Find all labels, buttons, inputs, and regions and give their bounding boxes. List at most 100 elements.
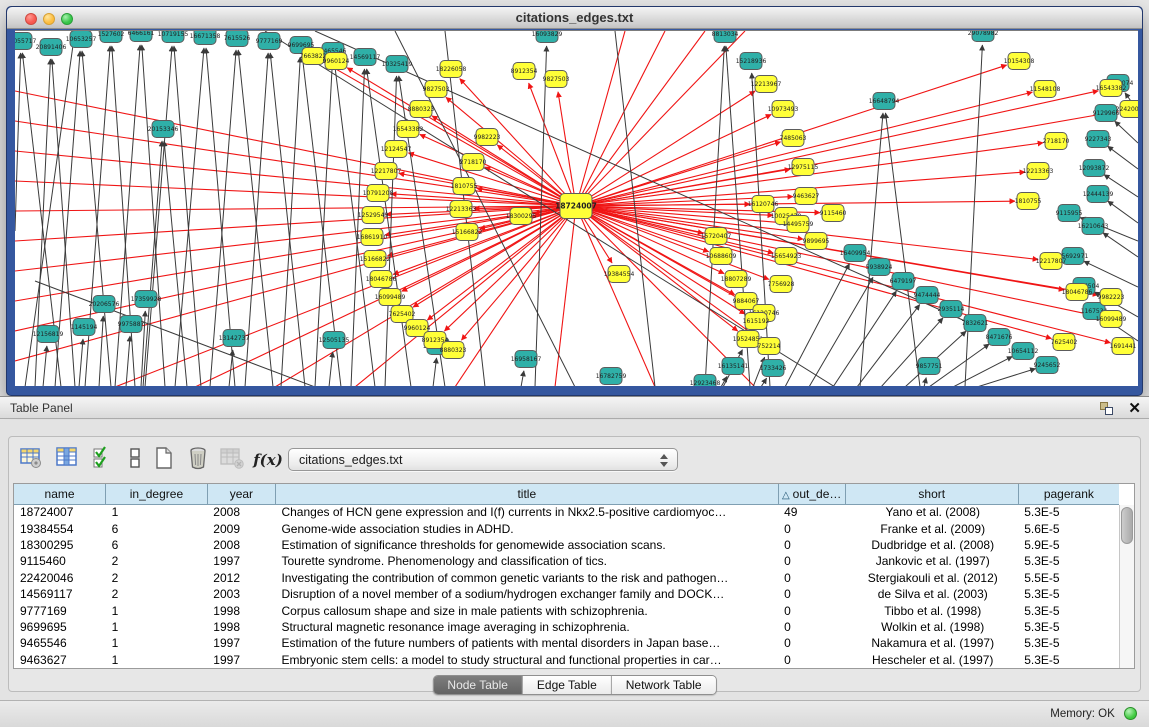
graph-node[interactable]: 2935114: [938, 301, 965, 318]
graph-node[interactable]: 15166822: [452, 224, 483, 241]
graph-node[interactable]: 12213967: [751, 76, 782, 93]
cell-title[interactable]: Estimation of significance thresholds fo…: [275, 537, 778, 553]
select-columns-button[interactable]: [88, 446, 118, 474]
cell-pagerank[interactable]: 5.3E-5: [1018, 619, 1119, 635]
graph-node[interactable]: 16782759: [596, 368, 627, 385]
graph-node[interactable]: 1810755: [451, 178, 478, 195]
cell-pagerank[interactable]: 5.3E-5: [1018, 635, 1119, 651]
graph-node[interactable]: 13142737: [219, 330, 250, 347]
column-header-pagerank[interactable]: pagerank: [1018, 484, 1119, 504]
cell-title[interactable]: Investigating the contribution of common…: [275, 570, 778, 586]
graph-node[interactable]: 9115955: [1056, 205, 1083, 222]
graph-node[interactable]: 16135141: [718, 358, 749, 375]
cell-short[interactable]: Dudbridge et al. (2008): [845, 537, 1018, 553]
graph-node[interactable]: 20206576: [89, 296, 120, 313]
graph-node[interactable]: 29078982: [968, 31, 999, 42]
cell-name[interactable]: 19384554: [14, 520, 106, 536]
cell-title[interactable]: Changes of HCN gene expression and I(f) …: [275, 504, 778, 520]
graph-node[interactable]: 9474444: [914, 287, 941, 304]
cell-name[interactable]: 9465546: [14, 635, 106, 651]
table-row[interactable]: 1456911722003Disruption of a novel membe…: [14, 586, 1119, 602]
graph-node[interactable]: 16671358: [190, 31, 221, 45]
cell-in_degree[interactable]: 1: [106, 635, 208, 651]
graph-node[interactable]: 8471676: [986, 329, 1013, 346]
graph-node[interactable]: 16958167: [511, 351, 542, 368]
cell-in_degree[interactable]: 2: [106, 586, 208, 602]
cell-year[interactable]: 2008: [207, 504, 275, 520]
graph-node[interactable]: 16861910: [357, 229, 388, 246]
close-icon[interactable]: ✕: [1128, 401, 1141, 416]
delete-column-button[interactable]: [183, 446, 213, 474]
graph-node[interactable]: 20891406: [36, 39, 67, 56]
cell-year[interactable]: 1997: [207, 652, 275, 668]
cell-out_degree[interactable]: 0: [778, 652, 845, 668]
graph-node[interactable]: 8880323: [408, 101, 435, 118]
table-row[interactable]: 946554611997Estimation of the future num…: [14, 635, 1119, 651]
graph-node[interactable]: 9982223: [1098, 289, 1125, 306]
cell-short[interactable]: Hescheler et al. (1997): [845, 652, 1018, 668]
graph-node[interactable]: 18300295: [506, 208, 537, 225]
graph-node[interactable]: 7485063: [780, 130, 807, 147]
table-row[interactable]: 946362711997Embryonic stem cells: a mode…: [14, 652, 1119, 668]
table-row[interactable]: 977716911998Corpus callosum shape and si…: [14, 602, 1119, 618]
graph-node[interactable]: 20153346: [148, 121, 179, 138]
cell-short[interactable]: Tibbo et al. (1998): [845, 602, 1018, 618]
graph-node[interactable]: 18807289: [721, 271, 752, 288]
graph-node[interactable]: 12213363: [1023, 163, 1054, 180]
graph-node[interactable]: 8912354: [511, 63, 538, 80]
network-graph[interactable]: 1405571720891406106532571527602646616110…: [15, 31, 1138, 386]
graph-node[interactable]: 12529549: [358, 207, 389, 224]
cell-in_degree[interactable]: 1: [106, 652, 208, 668]
cell-short[interactable]: Nakamura et al. (1997): [845, 635, 1018, 651]
graph-node[interactable]: 17359928: [131, 291, 162, 308]
cell-pagerank[interactable]: 5.3E-5: [1018, 602, 1119, 618]
new-column-button[interactable]: [149, 446, 179, 474]
table-row[interactable]: 2242004622012Investigating the contribut…: [14, 570, 1119, 586]
graph-node[interactable]: 18046786: [366, 271, 397, 288]
cell-in_degree[interactable]: 1: [106, 619, 208, 635]
window-titlebar[interactable]: citations_edges.txt: [7, 7, 1142, 29]
cell-title[interactable]: Structural magnetic resonance image aver…: [275, 619, 778, 635]
cell-pagerank[interactable]: 5.3E-5: [1018, 553, 1119, 569]
graph-node[interactable]: 16099489: [1096, 311, 1127, 328]
cell-out_degree[interactable]: 0: [778, 553, 845, 569]
graph-node[interactable]: 10654112: [1008, 343, 1039, 360]
cell-pagerank[interactable]: 5.9E-5: [1018, 537, 1119, 553]
cell-out_degree[interactable]: 0: [778, 570, 845, 586]
cell-pagerank[interactable]: 5.3E-5: [1018, 652, 1119, 668]
cell-title[interactable]: Estimation of the future numbers of pati…: [275, 635, 778, 651]
graph-node[interactable]: 7625402: [1051, 334, 1078, 351]
graph-node[interactable]: 9857751: [916, 358, 943, 375]
cell-out_degree[interactable]: 0: [778, 602, 845, 618]
table-scrollbar[interactable]: [1119, 505, 1134, 668]
cell-out_degree[interactable]: 49: [778, 504, 845, 520]
graph-node[interactable]: 6466161: [128, 31, 155, 42]
graph-node[interactable]: 8813034: [712, 31, 739, 43]
graph-node[interactable]: 752214: [758, 338, 781, 355]
graph-hub-node[interactable]: 18724007: [555, 194, 597, 219]
graph-node[interactable]: 12923468: [690, 375, 721, 387]
cell-title[interactable]: Embryonic stem cells: a model to study s…: [275, 652, 778, 668]
function-builder-button[interactable]: f(x): [253, 446, 283, 474]
cell-in_degree[interactable]: 6: [106, 520, 208, 536]
graph-node[interactable]: 9899695: [803, 233, 830, 250]
graph-node[interactable]: 15218936: [736, 53, 767, 70]
graph-node[interactable]: 1615192: [743, 313, 770, 330]
tab-network-table[interactable]: Network Table: [612, 676, 716, 694]
cell-pagerank[interactable]: 5.6E-5: [1018, 520, 1119, 536]
graph-node[interactable]: 14055717: [15, 33, 36, 50]
column-header-title[interactable]: title: [275, 484, 778, 504]
table-row[interactable]: 1938455462009Genome-wide association stu…: [14, 520, 1119, 536]
cell-year[interactable]: 2012: [207, 570, 275, 586]
graph-node[interactable]: 9227343: [1085, 131, 1112, 148]
column-header-out_degree[interactable]: △out_de…: [778, 484, 845, 504]
cell-name[interactable]: 9699695: [14, 619, 106, 635]
column-header-year[interactable]: year: [207, 484, 275, 504]
graph-node[interactable]: 16093829: [532, 31, 563, 43]
cell-in_degree[interactable]: 1: [106, 602, 208, 618]
table-selector-dropdown[interactable]: citations_edges.txt: [288, 448, 678, 471]
cell-in_degree[interactable]: 2: [106, 570, 208, 586]
graph-node[interactable]: 9245652: [1034, 357, 1061, 374]
cell-pagerank[interactable]: 5.3E-5: [1018, 586, 1119, 602]
graph-node[interactable]: 16648794: [869, 93, 900, 110]
